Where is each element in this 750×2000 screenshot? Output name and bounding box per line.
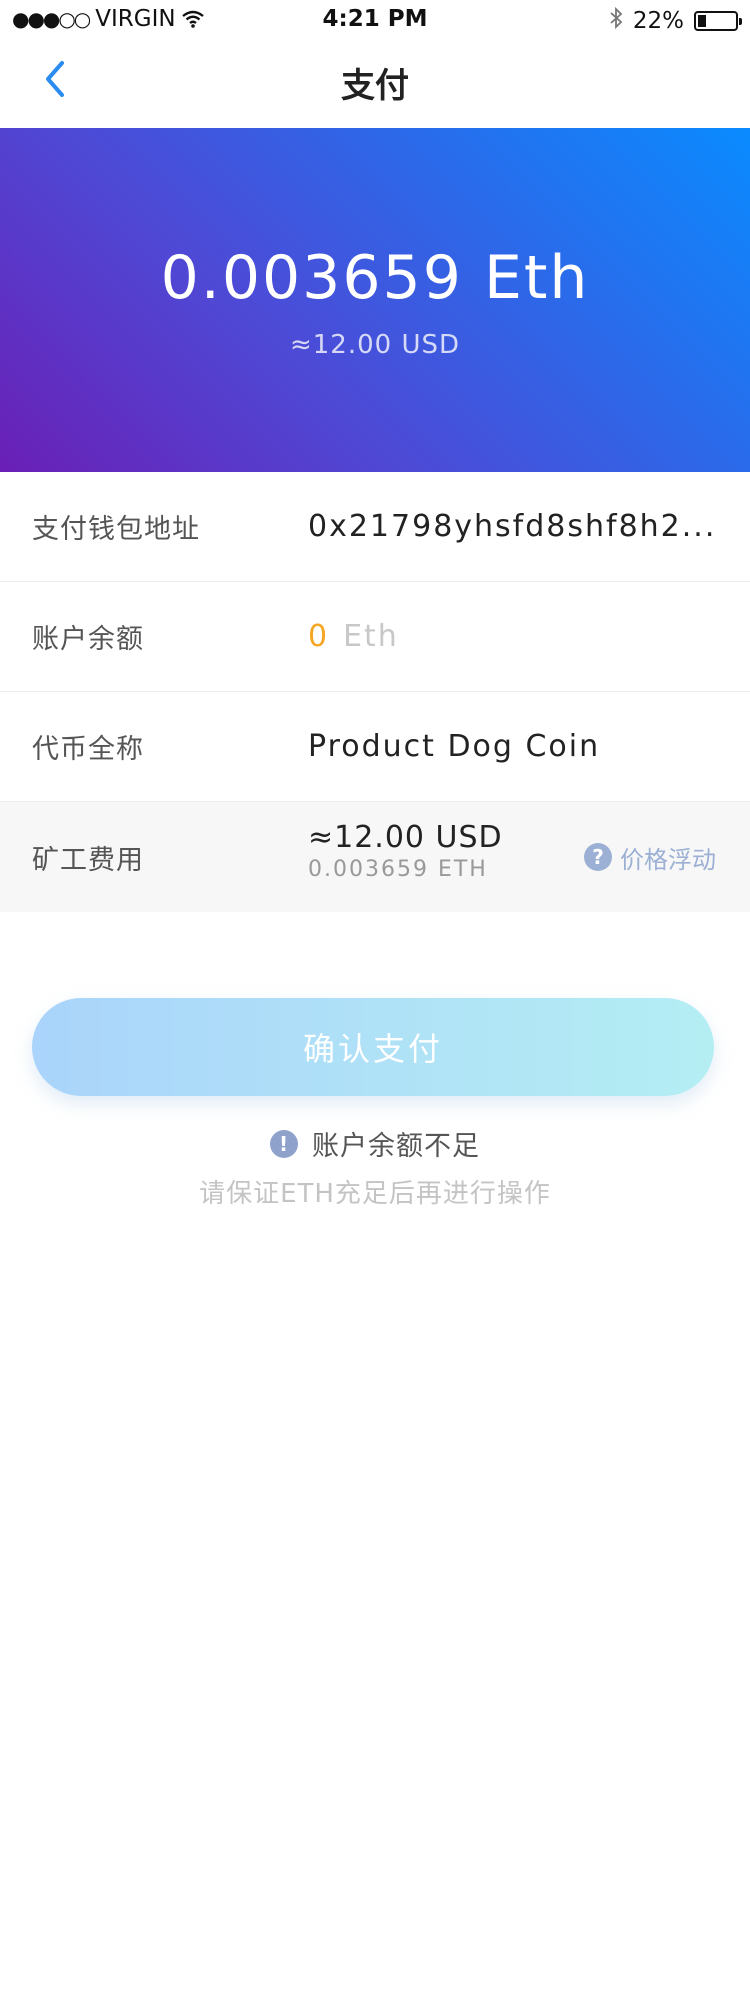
balance-unit: Eth <box>343 619 399 654</box>
wallet-address-value: 0x21798yhsfd8shf8h2... <box>308 509 717 544</box>
battery-level <box>698 15 706 27</box>
battery-percent: 22% <box>632 8 684 34</box>
confirm-payment-button[interactable]: 确认支付 <box>32 998 714 1096</box>
account-balance-row: 账户余额 0 Eth <box>0 582 750 692</box>
price-fluctuation-hint[interactable]: ? 价格浮动 <box>584 802 716 912</box>
miner-fee-values: ≈12.00 USD 0.003659 ETH <box>308 820 503 882</box>
page-title: 支付 <box>341 66 409 106</box>
bluetooth-icon <box>609 6 623 36</box>
miner-fee-label: 矿工费用 <box>32 844 144 876</box>
payment-amount-usd: ≈12.00 USD <box>289 330 461 360</box>
wallet-address-label: 支付钱包地址 <box>32 514 200 545</box>
payment-amount-banner: 0.003659 Eth ≈12.00 USD <box>0 128 750 472</box>
status-bar: ●●●○○ VIRGIN 4:21 PM 22% <box>0 0 750 40</box>
token-name-row: 代币全称 Product Dog Coin <box>0 692 750 802</box>
wallet-address-row: 支付钱包地址 0x21798yhsfd8shf8h2... <box>0 472 750 582</box>
price-fluctuation-label: 价格浮动 <box>620 845 716 874</box>
warning-title: 账户余额不足 <box>312 1131 480 1162</box>
miner-fee-eth: 0.003659 ETH <box>308 857 488 882</box>
miner-fee-row: 矿工费用 ≈12.00 USD 0.003659 ETH ? 价格浮动 <box>0 802 750 912</box>
token-name-label: 代币全称 <box>32 734 144 765</box>
account-balance-label: 账户余额 <box>32 624 144 655</box>
account-balance-value: 0 Eth <box>308 582 399 691</box>
exclamation-icon: ! <box>270 1129 298 1158</box>
payment-amount: 0.003659 Eth <box>160 243 590 313</box>
token-name-value: Product Dog Coin <box>308 729 601 764</box>
question-icon: ? <box>584 843 612 871</box>
balance-amount: 0 <box>308 619 330 654</box>
navigation-bar: 支付 <box>0 40 750 128</box>
miner-fee-usd: ≈12.00 USD <box>308 820 503 855</box>
insufficient-balance-warning: ! 账户余额不足 <box>0 1124 750 1163</box>
battery-icon <box>694 11 742 31</box>
warning-subtitle: 请保证ETH充足后再进行操作 <box>199 1179 551 1209</box>
status-right: 22% <box>609 6 742 36</box>
